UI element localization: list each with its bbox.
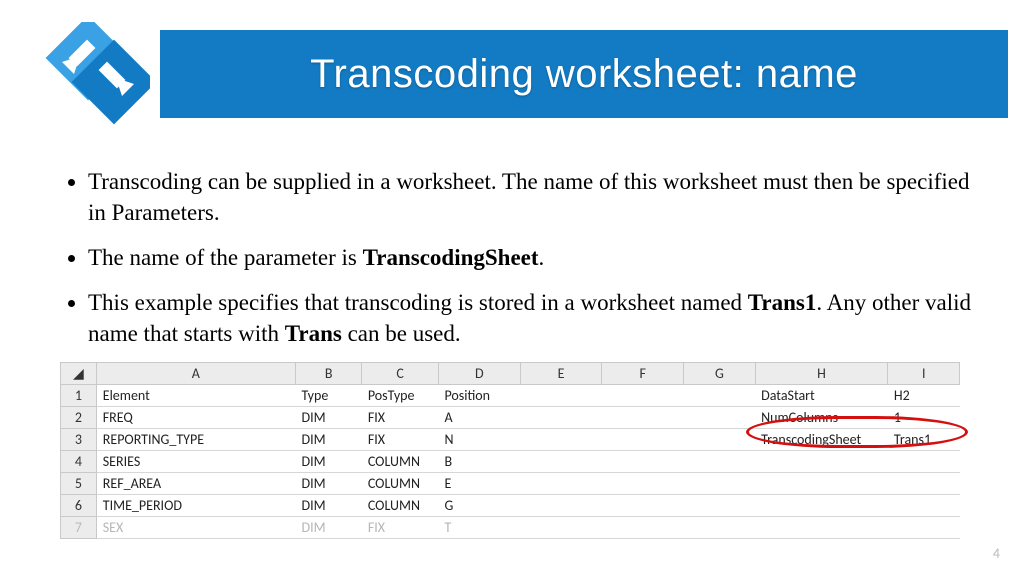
page-number: 4 xyxy=(993,545,1000,562)
cell xyxy=(888,495,960,517)
cell: DIM xyxy=(295,407,361,429)
cell: REPORTING_TYPE xyxy=(96,429,295,451)
sheet-row-faded: 7SEXDIMFIXT xyxy=(61,517,960,539)
bullet-1: Transcoding can be supplied in a workshe… xyxy=(88,166,984,228)
sheet-row-3: 3REPORTING_TYPEDIMFIXN TranscodingSheetTr… xyxy=(61,429,960,451)
title-bar: Transcoding worksheet: name xyxy=(160,30,1008,118)
cell: T xyxy=(438,517,520,539)
row-number: 2 xyxy=(61,407,97,429)
cell xyxy=(888,451,960,473)
sheet-row-2: 2FREQDIMFIXA NumColumns1 xyxy=(61,407,960,429)
bullet-2: The name of the parameter is Transcoding… xyxy=(88,242,984,273)
col-A: A xyxy=(96,363,295,385)
cell: SERIES xyxy=(96,451,295,473)
col-G: G xyxy=(684,363,756,385)
cell: A xyxy=(438,407,520,429)
cell: COLUMN xyxy=(362,451,439,473)
logo-diamond-arrows xyxy=(18,22,150,126)
cell: H2 xyxy=(888,385,960,407)
cell: DIM xyxy=(295,451,361,473)
select-all-corner: ◢ xyxy=(61,363,97,385)
cell: COLUMN xyxy=(362,495,439,517)
cell: PosType xyxy=(362,385,439,407)
col-C: C xyxy=(362,363,439,385)
row-number: 4 xyxy=(61,451,97,473)
cell: DIM xyxy=(295,495,361,517)
cell: REF_AREA xyxy=(96,473,295,495)
cell: B xyxy=(438,451,520,473)
slide-title: Transcoding worksheet: name xyxy=(310,52,858,97)
col-F: F xyxy=(602,363,684,385)
cell: N xyxy=(438,429,520,451)
col-I: I xyxy=(888,363,960,385)
cell: 1 xyxy=(888,407,960,429)
spreadsheet: ◢ A B C D E F G H I 1ElementTypePosTypeP… xyxy=(60,362,960,539)
sheet-row-4: 4SERIESDIMCOLUMNB xyxy=(61,451,960,473)
cell: Type xyxy=(295,385,361,407)
cell: Trans1 xyxy=(888,429,960,451)
cell: G xyxy=(438,495,520,517)
cell: TranscodingSheet xyxy=(755,429,888,451)
cell: Position xyxy=(438,385,520,407)
cell: DIM xyxy=(295,517,361,539)
cell xyxy=(888,473,960,495)
cell: DataStart xyxy=(755,385,888,407)
cell: TIME_PERIOD xyxy=(96,495,295,517)
cell: SEX xyxy=(96,517,295,539)
sheet-row-1: 1ElementTypePosTypePosition DataStartH2 xyxy=(61,385,960,407)
col-E: E xyxy=(520,363,602,385)
sheet-row-6: 6TIME_PERIODDIMCOLUMNG xyxy=(61,495,960,517)
row-number: 7 xyxy=(61,517,97,539)
cell: FIX xyxy=(362,429,439,451)
cell xyxy=(755,451,888,473)
bullet-3: This example specifies that transcoding … xyxy=(88,287,984,349)
cell: COLUMN xyxy=(362,473,439,495)
cell xyxy=(755,495,888,517)
cell: FIX xyxy=(362,407,439,429)
row-number: 1 xyxy=(61,385,97,407)
cell: FREQ xyxy=(96,407,295,429)
cell: FIX xyxy=(362,517,439,539)
col-B: B xyxy=(295,363,361,385)
sheet-row-5: 5REF_AREADIMCOLUMNE xyxy=(61,473,960,495)
column-header-row: ◢ A B C D E F G H I xyxy=(61,363,960,385)
cell: E xyxy=(438,473,520,495)
cell: Element xyxy=(96,385,295,407)
col-D: D xyxy=(438,363,520,385)
row-number: 5 xyxy=(61,473,97,495)
cell: NumColumns xyxy=(755,407,888,429)
row-number: 6 xyxy=(61,495,97,517)
body-text: Transcoding can be supplied in a workshe… xyxy=(60,166,984,363)
col-H: H xyxy=(755,363,888,385)
cell: DIM xyxy=(295,473,361,495)
cell: DIM xyxy=(295,429,361,451)
row-number: 3 xyxy=(61,429,97,451)
cell xyxy=(755,473,888,495)
